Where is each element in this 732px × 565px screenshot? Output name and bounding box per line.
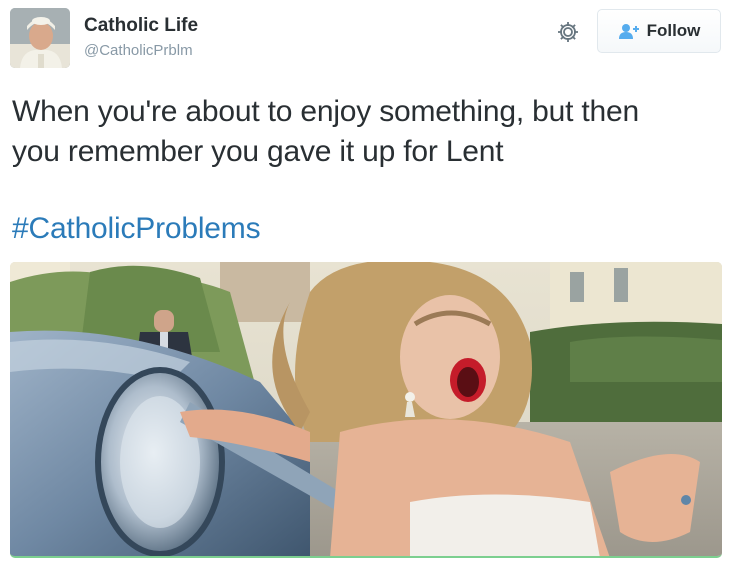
author-handle[interactable]: @CatholicPrblm (84, 42, 193, 60)
photo-image (10, 262, 722, 556)
follow-button[interactable]: Follow (597, 9, 721, 53)
avatar[interactable] (10, 8, 70, 68)
avatar-image (10, 8, 70, 68)
tweet-text: When you're about to enjoy something, bu… (12, 92, 724, 172)
tweet-text-line: When you're about to enjoy something, bu… (12, 95, 639, 128)
author-name[interactable]: Catholic Life (84, 15, 198, 37)
hashtag-link[interactable]: #CatholicProblems (12, 209, 261, 249)
add-user-icon (618, 23, 640, 39)
tweet-photo[interactable] (10, 262, 722, 558)
gear-icon[interactable] (556, 20, 580, 44)
follow-label: Follow (646, 21, 701, 40)
tweet-card: Catholic Life @CatholicPrblm Follow When… (0, 0, 732, 565)
tweet-text-line: you remember you gave it up for Lent (12, 135, 504, 168)
